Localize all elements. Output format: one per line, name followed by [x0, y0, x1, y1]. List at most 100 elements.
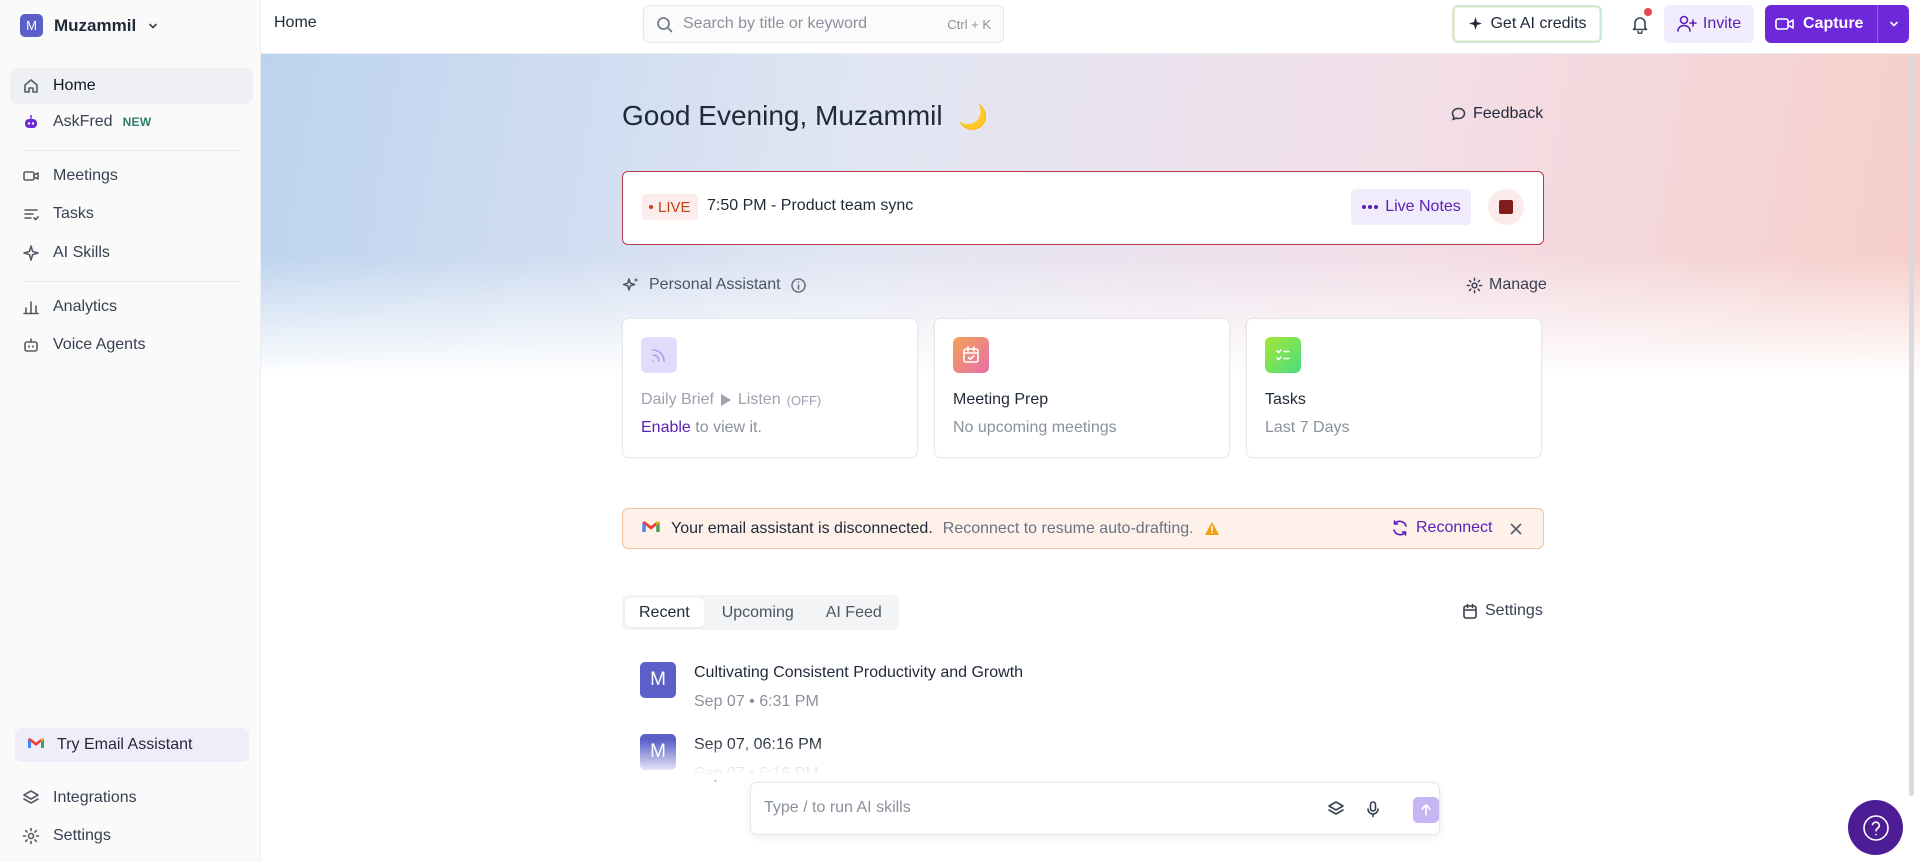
daily-brief-title-row: Daily Brief Listen (OFF) — [641, 391, 821, 409]
feed-tabs: Recent Upcoming AI Feed — [622, 595, 899, 630]
home-icon — [22, 77, 40, 95]
search-input[interactable]: Search by title or keyword Ctrl + K — [643, 5, 1004, 43]
tasks-sub: Last 7 Days — [1265, 419, 1350, 436]
layers-icon[interactable] — [1326, 799, 1346, 819]
try-email-assistant-button[interactable]: Try Email Assistant — [15, 728, 249, 762]
manage-button[interactable]: Manage — [1466, 276, 1547, 294]
sidebar-item-analytics[interactable]: Analytics — [10, 289, 253, 325]
sidebar-item-integrations[interactable]: Integrations — [10, 780, 253, 816]
list-fade — [620, 740, 1320, 780]
invite-label: Invite — [1702, 15, 1742, 32]
manage-label: Manage — [1489, 276, 1547, 293]
gmail-icon — [641, 519, 661, 539]
layers-icon — [22, 789, 40, 807]
tasks-card[interactable]: Tasks Last 7 Days — [1246, 318, 1542, 458]
daily-brief-card[interactable]: Daily Brief Listen (OFF) Enable to view … — [622, 318, 918, 458]
capture-main[interactable]: Capture — [1765, 5, 1878, 43]
meeting-prep-sub: No upcoming meetings — [953, 419, 1117, 436]
sidebar-divider — [22, 150, 240, 151]
feedback-button[interactable]: Feedback — [1450, 105, 1543, 123]
sparkle-icon — [1469, 16, 1483, 30]
tab-recent[interactable]: Recent — [625, 598, 704, 627]
live-badge-label: LIVE — [658, 198, 691, 216]
rss-icon — [641, 337, 677, 373]
tab-upcoming[interactable]: Upcoming — [708, 598, 808, 627]
search-placeholder: Search by title or keyword — [683, 15, 868, 32]
meeting-prep-card[interactable]: Meeting Prep No upcoming meetings — [934, 318, 1230, 458]
sidebar-divider — [22, 281, 240, 282]
alert-strong-text: Your email assistant is disconnected. — [671, 519, 933, 537]
sidebar-item-settings[interactable]: Settings — [10, 818, 253, 854]
tasks-title: Tasks — [1265, 391, 1306, 408]
bell-icon — [1632, 17, 1648, 34]
checklist-icon — [1265, 337, 1301, 373]
user-plus-icon — [1677, 15, 1697, 32]
credits-label: Get AI credits — [1490, 15, 1587, 32]
gmail-icon — [27, 736, 45, 755]
live-badge: LIVE — [642, 194, 698, 220]
sidebar-item-label: Tasks — [53, 205, 94, 222]
sidebar-item-ai-skills[interactable]: AI Skills — [10, 235, 253, 271]
sidebar-item-voice-agents[interactable]: Voice Agents — [10, 327, 253, 363]
live-notes-button[interactable]: Live Notes — [1351, 189, 1471, 225]
workspace-avatar: M — [20, 14, 43, 37]
tab-ai-feed[interactable]: AI Feed — [812, 598, 896, 627]
help-button[interactable] — [1848, 800, 1903, 855]
info-icon[interactable] — [790, 277, 807, 294]
sidebar: M Muzammil Home AskFred NEW Meetings Tas… — [0, 0, 261, 862]
reconnect-button[interactable]: Reconnect — [1391, 519, 1493, 537]
sidebar-item-askfred[interactable]: AskFred NEW — [10, 104, 253, 140]
sidebar-item-tasks[interactable]: Tasks — [10, 196, 253, 232]
personal-assistant-title: Personal Assistant — [649, 276, 781, 293]
meeting-title: Cultivating Consistent Productivity and … — [694, 664, 1024, 681]
ai-skills-composer[interactable]: Type / to run AI skills — [750, 782, 1440, 835]
sidebar-item-meetings[interactable]: Meetings — [10, 158, 253, 194]
list-item[interactable]: M Cultivating Consistent Productivity an… — [640, 662, 1023, 711]
chevron-down-icon — [149, 23, 157, 28]
microphone-icon[interactable] — [1363, 799, 1383, 819]
tasks-icon — [22, 205, 40, 223]
live-meeting-card[interactable]: LIVE 7:50 PM - Product team sync Live No… — [622, 171, 1544, 245]
workspace-switcher[interactable]: M Muzammil — [20, 14, 159, 37]
sparkles-icon — [622, 277, 639, 291]
sidebar-item-label: Meetings — [53, 167, 118, 184]
sidebar-item-label: Settings — [53, 827, 111, 844]
enable-suffix: to view it. — [690, 419, 762, 436]
search-icon — [657, 16, 673, 32]
sidebar-item-label: AskFred — [53, 113, 113, 130]
bot-icon — [22, 336, 40, 354]
sidebar-item-label: Analytics — [53, 298, 118, 315]
listen-label[interactable]: Listen — [738, 391, 781, 409]
send-button[interactable] — [1413, 797, 1439, 823]
stop-recording-button[interactable] — [1488, 189, 1524, 225]
live-meeting-title: 7:50 PM - Product team sync — [707, 197, 914, 214]
reconnect-label: Reconnect — [1416, 519, 1493, 536]
gear-icon — [22, 827, 40, 845]
help-icon — [1862, 814, 1889, 841]
capture-dropdown[interactable] — [1878, 18, 1909, 30]
feed-settings-button[interactable]: Settings — [1462, 602, 1543, 620]
live-notes-label: Live Notes — [1385, 198, 1461, 215]
meeting-prep-title: Meeting Prep — [953, 391, 1049, 408]
refresh-icon — [1393, 520, 1407, 536]
capture-button[interactable]: Capture — [1765, 5, 1909, 43]
gear-icon — [1466, 277, 1483, 293]
scrollbar[interactable] — [1909, 56, 1914, 796]
listen-state: (OFF) — [786, 392, 822, 408]
enable-link[interactable]: Enable — [641, 419, 691, 436]
greeting-text: Good Evening, Muzammil — [622, 100, 943, 131]
get-ai-credits-button[interactable]: Get AI credits — [1452, 5, 1602, 43]
invite-button[interactable]: Invite — [1664, 5, 1754, 43]
close-icon[interactable] — [1506, 519, 1526, 539]
greeting: Good Evening, Muzammil 🌙 — [622, 100, 988, 132]
warning-icon — [1204, 522, 1219, 535]
calendar-settings-icon — [1463, 603, 1477, 619]
calendar-icon — [953, 337, 989, 373]
sidebar-item-label: Voice Agents — [53, 336, 146, 353]
play-icon[interactable] — [720, 393, 732, 407]
chevron-down-icon — [1889, 21, 1898, 27]
new-badge: NEW — [122, 115, 152, 129]
notifications-button[interactable] — [1626, 8, 1654, 38]
sidebar-item-home[interactable]: Home — [10, 68, 253, 104]
sidebar-item-label: Integrations — [53, 789, 137, 806]
